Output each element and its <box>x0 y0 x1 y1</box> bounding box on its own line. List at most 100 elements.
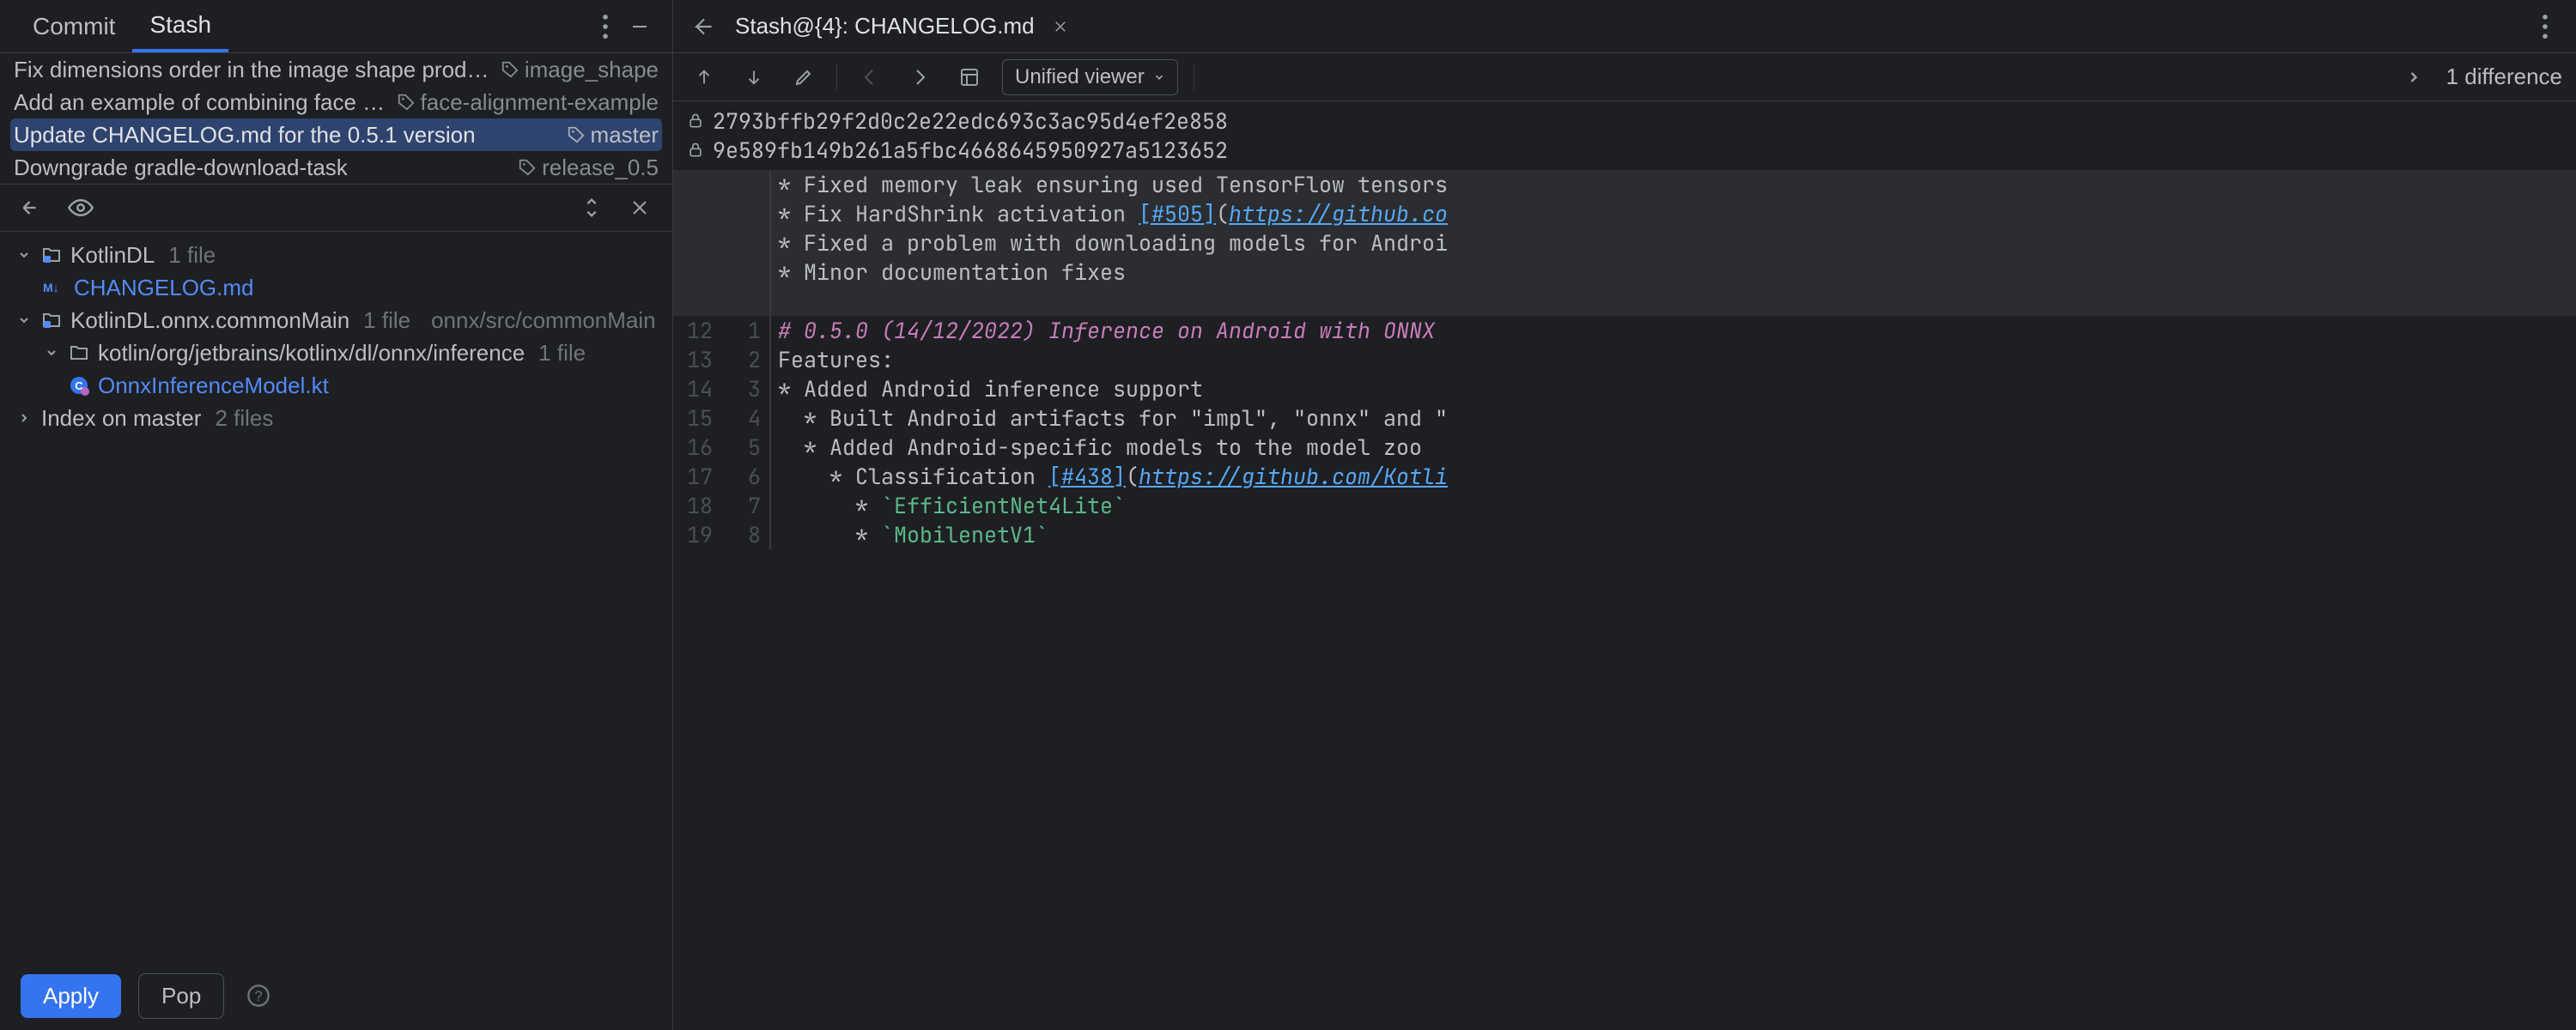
chevron-down-icon <box>15 248 33 262</box>
hash-after: 9e589fb149b261a5fbc4668645950927a5123652 <box>713 136 1228 165</box>
tree-file-label: OnnxInferenceModel.kt <box>98 373 329 399</box>
branch-name: image_shape <box>525 57 659 83</box>
viewer-dropdown[interactable]: Unified viewer <box>1002 59 1178 95</box>
layout-icon[interactable] <box>952 60 987 94</box>
tree-module[interactable]: KotlinDL.onnx.commonMain 1 file onnx/src… <box>0 304 672 336</box>
diff-count: 1 difference <box>2446 64 2562 90</box>
branch-tag: face-alignment-example <box>397 89 659 116</box>
code-line: * Added Android-specific models to the m… <box>778 433 1422 462</box>
line-num-right: 1 <box>721 316 769 345</box>
apply-button[interactable]: Apply <box>21 974 121 1018</box>
line-num-right: 2 <box>721 345 769 374</box>
expand-collapse-icon[interactable] <box>574 191 609 225</box>
markdown-icon: M↓ <box>43 279 65 296</box>
commit-row[interactable]: Add an example of combining face detecti… <box>0 86 672 118</box>
tree-dir[interactable]: kotlin/org/jetbrains/kotlinx/dl/onnx/inf… <box>0 336 672 369</box>
tree-file[interactable]: M↓ CHANGELOG.md <box>0 271 672 304</box>
line-num-left: 16 <box>673 433 721 462</box>
code-line: # 0.5.0 (14/12/2022) Inference on Androi… <box>778 316 1435 345</box>
branch-tag: master <box>567 122 659 148</box>
file-tree: KotlinDL 1 file M↓ CHANGELOG.md KotlinDL… <box>0 232 672 961</box>
tree-module[interactable]: KotlinDL 1 file <box>0 239 672 271</box>
inline-code: `EfficientNet4Lite` <box>881 491 1126 520</box>
tree-label: kotlin/org/jetbrains/kotlinx/dl/onnx/inf… <box>98 340 525 367</box>
close-icon[interactable] <box>623 191 657 225</box>
line-num-left: 13 <box>673 345 721 374</box>
chevron-right-icon <box>15 411 33 425</box>
url[interactable]: https://github.com/Kotli <box>1139 462 1448 491</box>
folder-icon <box>41 245 62 265</box>
tab-stash[interactable]: Stash <box>132 0 228 52</box>
chevron-right-icon[interactable] <box>2397 60 2431 94</box>
group-icon[interactable] <box>15 191 50 225</box>
tree-meta: 1 file <box>538 340 586 367</box>
commit-row-selected[interactable]: Update CHANGELOG.md for the 0.5.1 versio… <box>10 118 662 151</box>
inline-code: `MobilenetV1` <box>881 520 1048 549</box>
line-num-right: 8 <box>721 520 769 549</box>
nav-forward-icon[interactable] <box>902 60 937 94</box>
line-num-right: 7 <box>721 491 769 520</box>
close-tab-icon[interactable] <box>1048 15 1072 39</box>
prev-diff-icon[interactable] <box>687 60 721 94</box>
lock-icon <box>687 142 704 159</box>
eye-icon[interactable] <box>64 191 98 225</box>
line-num-right: 6 <box>721 462 769 491</box>
diff-code[interactable]: * Fixed memory leak ensuring used Tensor… <box>673 170 2576 1030</box>
right-panel: Stash@{4}: CHANGELOG.md Unified viewer <box>673 0 2576 1030</box>
line-num-left: 19 <box>673 520 721 549</box>
tree-file-label: CHANGELOG.md <box>74 275 254 301</box>
branch-tag: release_0.5 <box>518 154 659 181</box>
tree-label: KotlinDL <box>70 242 155 269</box>
tree-meta: 1 file <box>168 242 216 269</box>
commit-row[interactable]: Downgrade gradle-download-task release_0… <box>0 151 672 184</box>
bottom-bar: Apply Pop ? <box>0 961 672 1030</box>
tree-file[interactable]: C OnnxInferenceModel.kt <box>0 369 672 402</box>
help-icon[interactable]: ? <box>241 978 276 1013</box>
chevron-down-icon <box>43 346 60 360</box>
svg-text:?: ? <box>255 989 263 1004</box>
folder-icon <box>69 342 89 363</box>
commit-list: Fix dimensions order in the image shape … <box>0 53 672 184</box>
next-diff-icon[interactable] <box>737 60 771 94</box>
kotlin-class-icon: C <box>69 375 89 396</box>
commit-message: Fix dimensions order in the image shape … <box>14 57 501 83</box>
kebab-icon[interactable] <box>588 9 623 44</box>
commit-message: Add an example of combining face detecti… <box>14 89 397 116</box>
code-line: * <box>778 491 881 520</box>
branch-tag: image_shape <box>501 57 659 83</box>
tree-toolbar <box>0 184 672 232</box>
nav-back-icon[interactable] <box>853 60 887 94</box>
link[interactable]: [#505] <box>1139 199 1216 228</box>
tree-label: KotlinDL.onnx.commonMain <box>70 307 349 334</box>
link[interactable]: [#438] <box>1048 462 1126 491</box>
left-panel: Commit Stash Fix dimensions order in the… <box>0 0 673 1030</box>
edit-icon[interactable] <box>787 60 821 94</box>
tree-label: Index on master <box>41 405 201 432</box>
line-num-right: 4 <box>721 403 769 433</box>
branch-name: master <box>591 122 659 148</box>
diff-title: Stash@{4}: CHANGELOG.md <box>735 13 1035 39</box>
kebab-icon[interactable] <box>2528 9 2562 44</box>
line-num-left: 14 <box>673 374 721 403</box>
url[interactable]: https://github.co <box>1229 199 1448 228</box>
code-line: * Added Android inference support <box>778 374 1203 403</box>
minimize-icon[interactable] <box>623 9 657 44</box>
tree-index[interactable]: Index on master 2 files <box>0 402 672 434</box>
branch-name: release_0.5 <box>542 154 659 181</box>
line-num-left: 15 <box>673 403 721 433</box>
code-line: Features: <box>778 345 894 374</box>
tabs: Commit Stash <box>0 0 672 53</box>
line-num-left: 17 <box>673 462 721 491</box>
back-arrow-icon[interactable] <box>687 9 721 44</box>
tree-meta: 2 files <box>215 405 273 432</box>
hash-before: 2793bffb29f2d0c2e22edc693c3ac95d4ef2e858 <box>713 106 1228 136</box>
line-num-left: 18 <box>673 491 721 520</box>
commit-row[interactable]: Fix dimensions order in the image shape … <box>0 53 672 86</box>
folder-icon <box>41 310 62 330</box>
pop-button[interactable]: Pop <box>138 973 224 1019</box>
lock-icon <box>687 112 704 130</box>
tab-commit[interactable]: Commit <box>15 0 132 52</box>
svg-text:M↓: M↓ <box>43 281 59 294</box>
hash-block: 2793bffb29f2d0c2e22edc693c3ac95d4ef2e858… <box>673 101 2576 170</box>
commit-message: Downgrade gradle-download-task <box>14 154 518 181</box>
